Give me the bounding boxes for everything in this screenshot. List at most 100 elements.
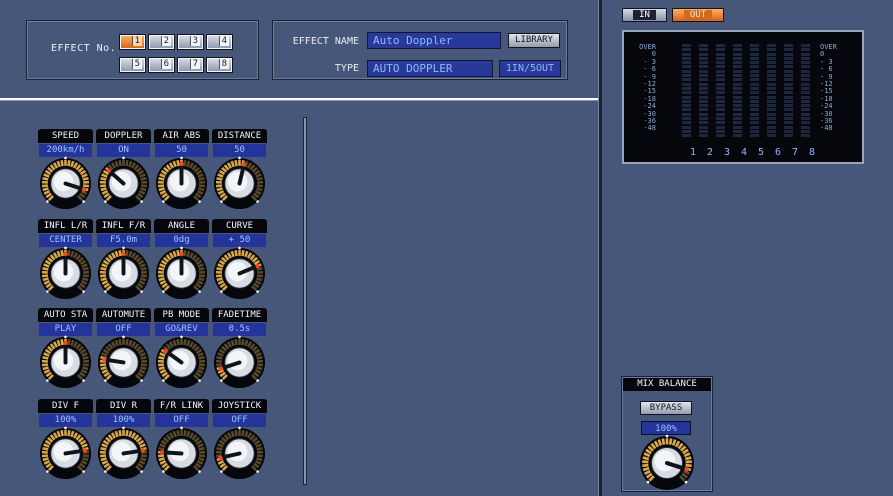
- meter-segment: [784, 104, 793, 108]
- param-title: AUTOMUTE: [96, 308, 151, 322]
- library-button[interactable]: LIBRARY: [508, 33, 560, 48]
- meter-segment: [699, 74, 708, 78]
- meter-segment: [750, 121, 759, 125]
- knob-tick: [99, 274, 107, 278]
- knob-marker-dot: [256, 470, 259, 473]
- knob-marker-dot: [238, 246, 241, 250]
- param-knob-f-r-link[interactable]: [154, 425, 209, 480]
- meter-segment: [767, 117, 776, 121]
- knob-tick: [140, 266, 147, 271]
- knob-pointer-tip: [63, 251, 68, 256]
- meter-segment: [750, 44, 759, 47]
- param-knob-angle[interactable]: [154, 245, 209, 300]
- tab-meter-in[interactable]: IN: [622, 8, 667, 22]
- effect-number-button-label: 4: [218, 36, 229, 46]
- meter-segment: [682, 44, 691, 47]
- effect-name-field[interactable]: Auto Doppler: [367, 32, 501, 49]
- knob-tick: [216, 187, 223, 192]
- param-title: DOPPLER: [96, 129, 151, 143]
- meter-channel-5: [750, 44, 759, 140]
- meter-segment: [767, 129, 776, 133]
- meter-segment: [750, 117, 759, 121]
- param-knob-curve[interactable]: [212, 245, 267, 300]
- knob-tick: [158, 446, 165, 451]
- param-knob-air-abs[interactable]: [154, 155, 209, 210]
- knob-pointer-tip: [255, 263, 260, 269]
- param-knob-joystick[interactable]: [212, 425, 267, 480]
- param-knob-infl-f-r[interactable]: [96, 245, 151, 300]
- knob-tick: [256, 457, 263, 462]
- io-configuration-badge: 1IN/5OUT: [499, 60, 561, 77]
- meter-segment: [750, 99, 759, 103]
- effect-number-button-4[interactable]: 4: [206, 34, 233, 50]
- mix-balance-knob-dial[interactable]: [638, 433, 696, 491]
- knob-tick: [158, 187, 165, 192]
- meter-segment: [784, 52, 793, 56]
- meter-segment: [733, 78, 742, 82]
- param-knob-distance[interactable]: [212, 155, 267, 210]
- knob-tick: [256, 187, 263, 192]
- knob-tick: [140, 187, 147, 192]
- knob-tick: [256, 363, 264, 367]
- param-distance: DISTANCE 50: [212, 129, 267, 211]
- knob-tick: [256, 366, 263, 371]
- param-knob-div-r[interactable]: [96, 425, 151, 480]
- knob-marker-dot: [140, 200, 143, 203]
- param-knob-doppler[interactable]: [96, 155, 151, 210]
- effect-number-button-2[interactable]: 2: [148, 34, 175, 50]
- knob-tick: [256, 355, 263, 360]
- tab-meter-out[interactable]: OUT: [672, 8, 724, 22]
- bypass-button[interactable]: BYPASS: [640, 401, 692, 415]
- knob-highlight: [169, 171, 190, 192]
- knob-tick: [41, 184, 49, 188]
- effect-number-button-7[interactable]: 7: [177, 57, 204, 73]
- param-knob-automute[interactable]: [96, 334, 151, 389]
- knob-tick: [241, 430, 245, 437]
- meter-channel-6: [767, 44, 776, 140]
- meter-segment: [733, 125, 742, 129]
- knob-tick: [125, 430, 129, 437]
- knob-marker-dot: [198, 379, 201, 382]
- meter-segment: [716, 121, 725, 125]
- param-title: SPEED: [38, 129, 93, 143]
- knob-tick: [183, 160, 187, 167]
- meter-segment: [767, 78, 776, 82]
- param-knob-speed[interactable]: [38, 155, 93, 210]
- meter-segment: [784, 61, 793, 65]
- effect-number-button-label: 8: [218, 59, 229, 69]
- meter-segment: [699, 134, 708, 138]
- param-title: JOYSTICK: [212, 399, 267, 413]
- effect-number-button-3[interactable]: 3: [177, 34, 204, 50]
- effect-number-button-8[interactable]: 8: [206, 57, 233, 73]
- knob-marker-dot: [122, 246, 125, 250]
- param-knob-fadetime[interactable]: [212, 334, 267, 389]
- meter-segment: [750, 125, 759, 129]
- knob-marker-dot: [220, 290, 223, 293]
- param-knob-pb-mode[interactable]: [154, 334, 209, 389]
- knob-marker-dot: [220, 470, 223, 473]
- meter-segment: [699, 82, 708, 86]
- param-knob-div-f[interactable]: [38, 425, 93, 480]
- meter-segment: [699, 61, 708, 65]
- param-knob-auto-sta[interactable]: [38, 334, 93, 389]
- effect-number-button-6[interactable]: 6: [148, 57, 175, 73]
- meter-segment: [733, 95, 742, 99]
- knob-tick: [41, 454, 49, 458]
- meter-segment: [784, 99, 793, 103]
- meter-segment: [716, 74, 725, 78]
- meter-segment: [682, 74, 691, 78]
- knob-tick: [100, 457, 107, 462]
- meter-segment: [699, 52, 708, 56]
- meter-segment: [767, 91, 776, 95]
- knob-tick: [100, 446, 107, 451]
- param-knob-infl-l-r[interactable]: [38, 245, 93, 300]
- meter-segment: [784, 108, 793, 112]
- meter-segment: [767, 82, 776, 86]
- effect-number-button-1[interactable]: 1: [119, 34, 146, 50]
- knob-tick: [198, 266, 205, 271]
- knob-tick: [158, 366, 165, 371]
- knob-tick: [256, 266, 263, 271]
- meter-segment: [767, 52, 776, 56]
- effect-number-button-5[interactable]: 5: [119, 57, 146, 73]
- meter-segment: [784, 117, 793, 121]
